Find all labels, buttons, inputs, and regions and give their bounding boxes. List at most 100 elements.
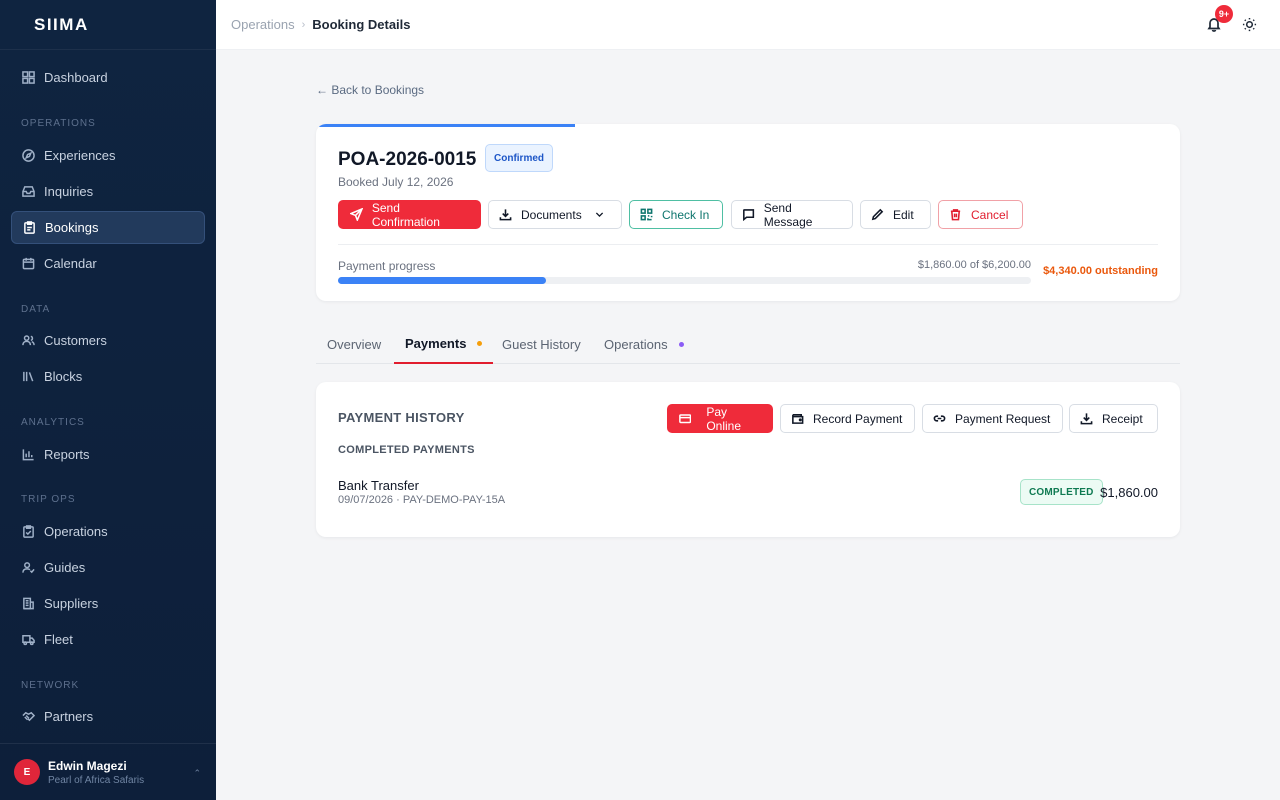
- payment-progress-label: Payment progress: [338, 259, 436, 273]
- tab-label: Payments: [405, 336, 467, 351]
- tab-overview[interactable]: Overview: [316, 325, 392, 364]
- payment-history-card: PAYMENT HISTORY Pay Online Record Paymen…: [316, 382, 1180, 537]
- send-confirmation-label: Send Confirmation: [371, 200, 440, 229]
- record-payment-button[interactable]: Record Payment: [780, 404, 915, 433]
- chevron-up-icon: ⌃: [193, 768, 201, 778]
- avatar: E: [14, 759, 40, 785]
- documents-label: Documents: [521, 207, 582, 222]
- qr-code-icon: [640, 208, 653, 221]
- sidebar-item-guides[interactable]: Guides: [11, 551, 205, 584]
- cancel-booking-button[interactable]: Cancel: [938, 200, 1023, 229]
- sidebar-item-label: Dashboard: [44, 70, 108, 85]
- compass-icon: [21, 149, 35, 163]
- tab-label: Overview: [327, 337, 382, 352]
- user-name: Edwin Magezi: [48, 758, 127, 773]
- sidebar-item-label: Calendar: [44, 256, 97, 271]
- sidebar-section-network: NETWORK: [21, 680, 80, 691]
- sidebar-item-calendar[interactable]: Calendar: [11, 247, 205, 280]
- booking-tabs: Overview Payments Guest History Operatio…: [316, 325, 1180, 364]
- payment-progress-fill: [338, 277, 546, 284]
- download-icon: [1080, 413, 1093, 425]
- send-message-label: Send Message: [763, 200, 813, 229]
- app-logo[interactable]: SIIMA: [0, 0, 216, 50]
- card-accent-bar: [319, 124, 575, 127]
- sidebar-item-blocks[interactable]: Blocks: [11, 360, 205, 393]
- sidebar-item-suppliers[interactable]: Suppliers: [11, 587, 205, 620]
- pencil-icon: [871, 208, 884, 221]
- send-message-button[interactable]: Send Message: [731, 200, 853, 229]
- payment-reference: 09/07/2026 · PAY-DEMO-PAY-15A: [338, 494, 506, 506]
- sidebar-item-reports[interactable]: Reports: [11, 438, 205, 471]
- grid-icon: [21, 71, 35, 85]
- sun-icon: [1242, 17, 1257, 36]
- sidebar-item-label: Blocks: [44, 369, 83, 384]
- user-menu[interactable]: E Edwin Magezi Pearl of Africa Safaris ⌃: [0, 743, 216, 800]
- topbar: Operations › Booking Details 9+: [216, 0, 1280, 50]
- back-to-bookings-link[interactable]: ← Back to Bookings: [316, 83, 424, 97]
- status-badge: COMPLETED: [1020, 479, 1103, 505]
- sidebar-item-label: Customers: [44, 333, 107, 348]
- sidebar: SIIMA Dashboard OPERATIONS Experiences I…: [0, 0, 216, 800]
- sidebar-item-bookings[interactable]: Bookings: [11, 211, 205, 244]
- inbox-icon: [21, 185, 35, 199]
- sidebar-section-analytics: ANALYTICS: [21, 417, 85, 428]
- breadcrumb-operations[interactable]: Operations: [231, 17, 295, 32]
- documents-dropdown[interactable]: Documents: [488, 200, 622, 229]
- sidebar-item-experiences[interactable]: Experiences: [11, 139, 205, 172]
- breadcrumb-current: Booking Details: [312, 17, 411, 32]
- receipt-button[interactable]: Receipt: [1069, 404, 1158, 433]
- check-in-label: Check In: [662, 207, 710, 222]
- send-confirmation-button[interactable]: Send Confirmation: [338, 200, 481, 229]
- theme-toggle-button[interactable]: [1242, 17, 1257, 32]
- tab-label: Operations: [604, 337, 668, 352]
- sidebar-section-operations: OPERATIONS: [21, 118, 96, 129]
- payment-request-button[interactable]: Payment Request: [922, 404, 1063, 433]
- clipboard-check-icon: [21, 525, 35, 539]
- wallet-icon: [792, 413, 804, 424]
- send-icon: [350, 208, 363, 221]
- payment-method: Bank Transfer: [338, 478, 419, 493]
- payment-progress-amount: $1,860.00 of $6,200.00: [917, 259, 1031, 271]
- users-icon: [21, 334, 35, 348]
- pay-online-button[interactable]: Pay Online: [667, 404, 773, 433]
- receipt-label: Receipt: [1102, 411, 1143, 426]
- link-icon: [933, 415, 946, 422]
- tab-operations[interactable]: Operations: [593, 325, 695, 364]
- payment-progress-bar: [338, 277, 1031, 284]
- booking-header-card: POA-2026-0015 Confirmed Booked July 12, …: [316, 124, 1180, 301]
- tab-guest-history[interactable]: Guest History: [491, 325, 592, 364]
- user-check-icon: [21, 561, 35, 575]
- message-icon: [743, 209, 755, 221]
- sidebar-item-partners[interactable]: Partners: [11, 700, 205, 733]
- booked-date: Booked July 12, 2026: [338, 175, 454, 189]
- payment-history-title: PAYMENT HISTORY: [338, 410, 465, 425]
- sidebar-item-label: Inquiries: [44, 184, 94, 199]
- sidebar-item-operations[interactable]: Operations: [11, 515, 205, 548]
- payment-request-label: Payment Request: [955, 411, 1051, 426]
- tab-label: Guest History: [502, 337, 581, 352]
- booking-id: POA-2026-0015: [338, 149, 477, 170]
- sidebar-item-fleet[interactable]: Fleet: [11, 623, 205, 656]
- sidebar-item-label: Suppliers: [44, 596, 99, 611]
- tab-payments[interactable]: Payments: [394, 325, 494, 364]
- download-icon: [499, 209, 512, 221]
- sidebar-item-dashboard[interactable]: Dashboard: [11, 61, 205, 94]
- truck-icon: [21, 633, 35, 647]
- sidebar-section-trip-ops: TRIP OPS: [21, 494, 76, 505]
- cancel-label: Cancel: [971, 207, 1009, 222]
- library-icon: [21, 370, 35, 384]
- sidebar-item-inquiries[interactable]: Inquiries: [11, 175, 205, 208]
- sidebar-item-label: Reports: [44, 447, 90, 462]
- check-in-button[interactable]: Check In: [629, 200, 723, 229]
- payment-amount: $1,860.00: [1100, 485, 1158, 500]
- sidebar-item-label: Fleet: [44, 632, 73, 647]
- user-info: Edwin Magezi Pearl of Africa Safaris: [48, 759, 144, 786]
- payments-indicator-dot: [477, 341, 483, 346]
- notification-badge: 9+: [1215, 5, 1233, 23]
- building-icon: [21, 597, 35, 611]
- edit-button[interactable]: Edit: [860, 200, 931, 229]
- sidebar-item-customers[interactable]: Customers: [11, 324, 205, 357]
- chevron-right-icon: ›: [301, 18, 306, 31]
- calendar-icon: [21, 257, 35, 271]
- completed-payments-title: COMPLETED PAYMENTS: [338, 444, 475, 456]
